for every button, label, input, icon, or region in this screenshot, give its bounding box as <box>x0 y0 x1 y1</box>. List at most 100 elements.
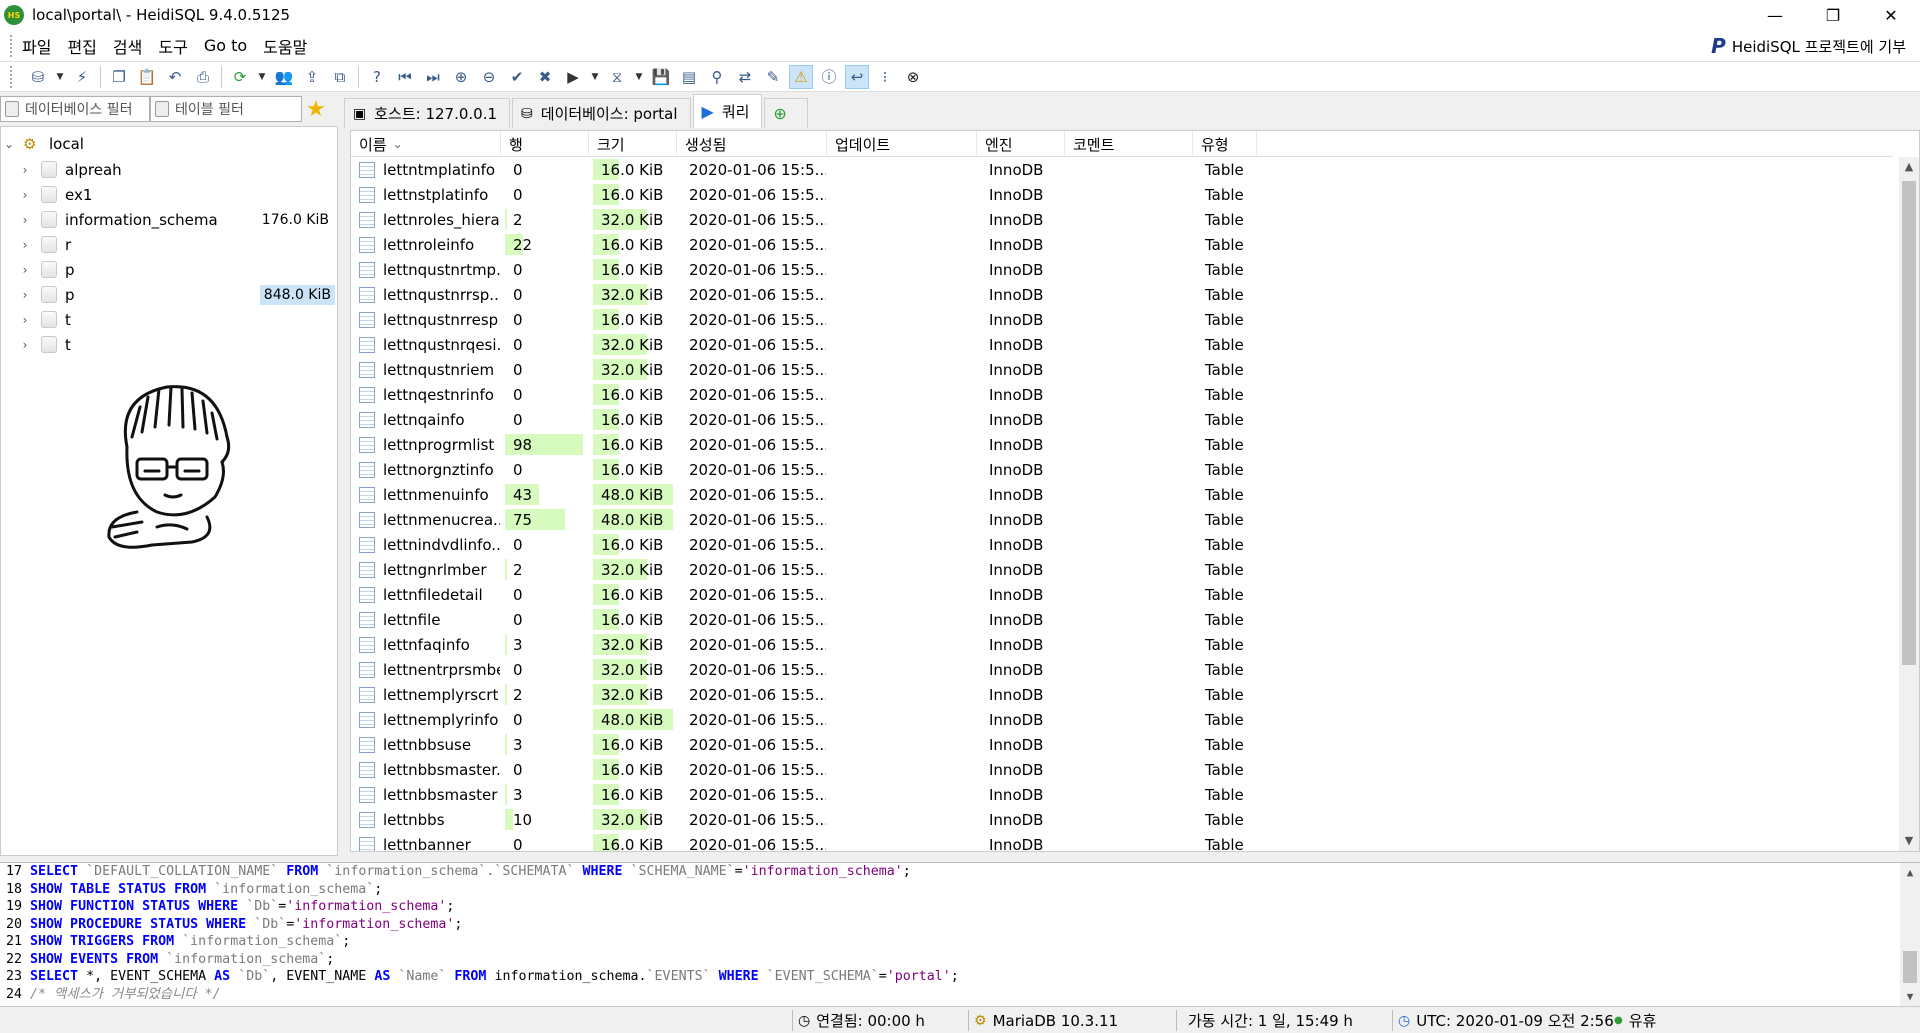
cell-size[interactable]: 32.0 KiB <box>589 282 677 307</box>
cell-created[interactable]: 2020-01-06 15:5... <box>677 407 827 432</box>
cell-comment[interactable] <box>1065 382 1193 407</box>
cell-engine[interactable]: InnoDB <box>977 157 1065 182</box>
cell-engine[interactable]: InnoDB <box>977 382 1065 407</box>
cell-type[interactable]: Table <box>1193 807 1257 832</box>
tree-item-database[interactable]: › t <box>1 307 337 332</box>
table-row[interactable]: lettnorgnztinfo 0 16.0 KiB 2020-01-06 15:5.… <box>351 457 1893 482</box>
copy-icon[interactable]: ❐ <box>107 65 131 89</box>
cell-comment[interactable] <box>1065 257 1193 282</box>
table-row[interactable]: lettnqustnrresp... 0 16.0 KiB 2020-01-06 15… <box>351 307 1893 332</box>
cell-size[interactable]: 16.0 KiB <box>589 732 677 757</box>
user-manager-icon[interactable]: 👥 <box>272 65 296 89</box>
table-row[interactable]: lettnqestnrinfo 0 16.0 KiB 2020-01-06 15:5.… <box>351 382 1893 407</box>
cell-size[interactable]: 16.0 KiB <box>589 832 677 851</box>
cell-name[interactable]: lettnfiledetail <box>351 582 501 607</box>
cell-size[interactable]: 16.0 KiB <box>589 382 677 407</box>
cell-rows[interactable]: 0 <box>501 832 589 852</box>
scrollbar-thumb[interactable] <box>1903 951 1917 983</box>
cell-comment[interactable] <box>1065 607 1193 632</box>
close-button[interactable]: ✕ <box>1862 0 1920 30</box>
cell-name[interactable]: lettnmenucrea... <box>351 507 501 532</box>
cell-updated[interactable] <box>827 407 977 432</box>
table-row[interactable]: lettnbbsmaster 3 16.0 KiB 2020-01-06 15:5..… <box>351 782 1893 807</box>
tree-root-local[interactable]: ⌄ ⚙ local <box>1 131 337 156</box>
table-row[interactable]: lettnprogrmlist 98 16.0 KiB 2020-01-06 15:5… <box>351 432 1893 457</box>
table-row[interactable]: lettntmplatinfo 0 16.0 KiB 2020-01-06 15:5.… <box>351 157 1893 182</box>
sql-log-panel[interactable]: 17 SELECT `DEFAULT_COLLATION_NAME` FROM … <box>0 862 1920 1007</box>
cancel-record-icon[interactable]: ✖ <box>533 65 557 89</box>
tree-item-database[interactable]: › alpreah <box>1 157 337 182</box>
cell-name[interactable]: lettnqustnrtmp... <box>351 257 501 282</box>
column-header-size[interactable]: 크기 <box>589 131 677 157</box>
cell-rows[interactable]: 0 <box>501 407 589 432</box>
tree-item-database[interactable]: › t <box>1 332 337 357</box>
cell-created[interactable]: 2020-01-06 15:5... <box>677 582 827 607</box>
table-row[interactable]: lettngnrlmber 2 32.0 KiB 2020-01-06 15:5...… <box>351 557 1893 582</box>
cell-rows[interactable]: 43 <box>501 482 589 507</box>
table-row[interactable]: lettnqustnrtmp... 0 16.0 KiB 2020-01-06 15:… <box>351 257 1893 282</box>
cell-updated[interactable] <box>827 607 977 632</box>
cell-rows[interactable]: 0 <box>501 357 589 382</box>
cell-rows[interactable]: 3 <box>501 632 589 657</box>
cell-comment[interactable] <box>1065 807 1193 832</box>
chevron-down-icon[interactable]: ⌄ <box>1 137 17 151</box>
cell-updated[interactable] <box>827 332 977 357</box>
cell-rows[interactable]: 2 <box>501 557 589 582</box>
cell-created[interactable]: 2020-01-06 15:5... <box>677 707 827 732</box>
session-dropdown-icon[interactable]: ▼ <box>54 65 66 89</box>
cell-updated[interactable] <box>827 432 977 457</box>
table-row[interactable]: lettnqustnrqesi... 0 32.0 KiB 2020-01-06 15… <box>351 332 1893 357</box>
tree-item-database[interactable]: › p <box>1 257 337 282</box>
cell-updated[interactable] <box>827 482 977 507</box>
cell-engine[interactable]: InnoDB <box>977 357 1065 382</box>
stop-icon[interactable]: ⊗ <box>901 65 925 89</box>
cell-name[interactable]: lettnbbsmaster... <box>351 757 501 782</box>
cell-type[interactable]: Table <box>1193 407 1257 432</box>
menu-file[interactable]: 파일 <box>14 34 59 58</box>
cell-engine[interactable]: InnoDB <box>977 707 1065 732</box>
cell-created[interactable]: 2020-01-06 15:5... <box>677 182 827 207</box>
table-row[interactable]: lettnqustnriem 0 32.0 KiB 2020-01-06 15:5..… <box>351 357 1893 382</box>
cell-updated[interactable] <box>827 732 977 757</box>
cell-size[interactable]: 16.0 KiB <box>589 757 677 782</box>
table-row[interactable]: lettnbanner 0 16.0 KiB 2020-01-06 15:5... In… <box>351 832 1893 852</box>
cell-type[interactable]: Table <box>1193 707 1257 732</box>
cell-created[interactable]: 2020-01-06 15:5... <box>677 607 827 632</box>
cell-comment[interactable] <box>1065 332 1193 357</box>
chevron-right-icon[interactable]: › <box>17 288 33 302</box>
cell-size[interactable]: 48.0 KiB <box>589 507 677 532</box>
cell-updated[interactable] <box>827 582 977 607</box>
cell-created[interactable]: 2020-01-06 15:5... <box>677 282 827 307</box>
cell-type[interactable]: Table <box>1193 157 1257 182</box>
cell-created[interactable]: 2020-01-06 15:5... <box>677 257 827 282</box>
cell-created[interactable]: 2020-01-06 15:5... <box>677 532 827 557</box>
cell-rows[interactable]: 0 <box>501 582 589 607</box>
table-row[interactable]: lettnstplatinfo 0 16.0 KiB 2020-01-06 15:5.… <box>351 182 1893 207</box>
cell-engine[interactable]: InnoDB <box>977 657 1065 682</box>
cell-rows[interactable]: 2 <box>501 682 589 707</box>
cell-size[interactable]: 16.0 KiB <box>589 307 677 332</box>
cell-type[interactable]: Table <box>1193 307 1257 332</box>
cell-updated[interactable] <box>827 507 977 532</box>
table-row[interactable]: lettnqustnrrsp... 0 32.0 KiB 2020-01-06 15:… <box>351 282 1893 307</box>
cell-size[interactable]: 48.0 KiB <box>589 482 677 507</box>
cell-type[interactable]: Table <box>1193 607 1257 632</box>
cell-engine[interactable]: InnoDB <box>977 532 1065 557</box>
cell-comment[interactable] <box>1065 282 1193 307</box>
cell-name[interactable]: lettnqustnrrsp... <box>351 282 501 307</box>
cell-engine[interactable]: InnoDB <box>977 407 1065 432</box>
cell-size[interactable]: 32.0 KiB <box>589 632 677 657</box>
help-icon[interactable]: ? <box>365 65 389 89</box>
cell-name[interactable]: lettnemplyrinfo <box>351 707 501 732</box>
cell-type[interactable]: Table <box>1193 382 1257 407</box>
cell-type[interactable]: Table <box>1193 207 1257 232</box>
cell-type[interactable]: Table <box>1193 557 1257 582</box>
cell-type[interactable]: Table <box>1193 257 1257 282</box>
cell-name[interactable]: lettnindvdlinfo... <box>351 532 501 557</box>
table-row[interactable]: lettnmenuinfo 43 48.0 KiB 2020-01-06 15:5..… <box>351 482 1893 507</box>
cell-engine[interactable]: InnoDB <box>977 307 1065 332</box>
undo-icon[interactable]: ↶ <box>163 65 187 89</box>
explain-dropdown-icon[interactable]: ▼ <box>633 65 645 89</box>
cell-size[interactable]: 32.0 KiB <box>589 332 677 357</box>
cell-size[interactable]: 16.0 KiB <box>589 182 677 207</box>
